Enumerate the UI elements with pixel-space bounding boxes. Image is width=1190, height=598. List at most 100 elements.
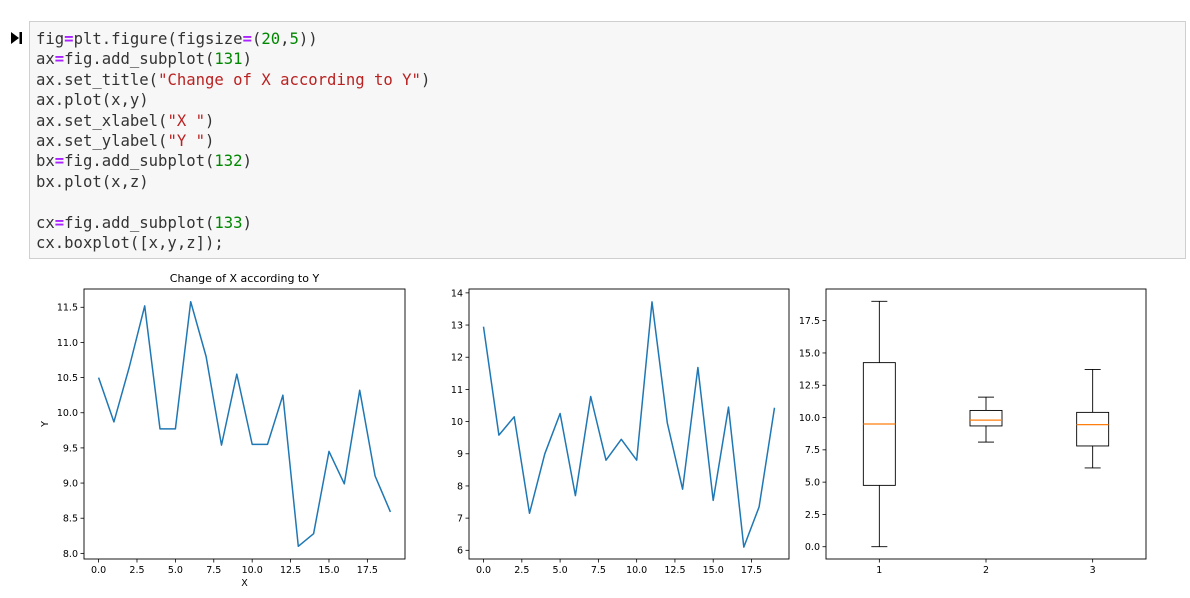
y-tick-label: 11.5 xyxy=(57,303,78,314)
y-tick-label: 2.5 xyxy=(805,510,820,521)
code-token: fig.add_subplot( xyxy=(64,152,215,171)
code-token: fig.add_subplot( xyxy=(64,213,215,232)
y-tick-label: 5.0 xyxy=(805,478,820,489)
x-tick-label: 5.0 xyxy=(168,565,183,576)
code-token: ) xyxy=(205,131,215,150)
code-token: ax.set_title( xyxy=(36,70,159,89)
code-editor[interactable]: fig=plt.figure(figsize=(20,5)) ax=fig.add… xyxy=(36,29,430,253)
code-token: ax xyxy=(36,50,55,69)
code-token: )) xyxy=(298,30,318,48)
code-token: 5 xyxy=(289,30,299,48)
code-line: cx.boxplot([x,y,z]); xyxy=(36,233,430,253)
x-tick-label: 1 xyxy=(876,565,882,576)
x-tick-label: 0.0 xyxy=(476,565,491,576)
code-line: bx=fig.add_subplot(132) xyxy=(36,151,430,171)
code-line: fig=plt.figure(figsize=(20,5)) xyxy=(36,29,430,49)
code-cell[interactable]: fig=plt.figure(figsize=(20,5)) ax=fig.add… xyxy=(29,21,1186,259)
y-tick-label: 11 xyxy=(451,385,463,396)
code-token: ) xyxy=(242,50,252,69)
subplot-3: 1 2 3 0.0 2.5 5.0 7.5 10.0 12.5 15.0 17.5 xyxy=(799,288,1147,576)
x-tick-label: 15.0 xyxy=(318,565,339,576)
x-tick-label: 12.5 xyxy=(280,565,301,576)
y-tick-label: 9 xyxy=(457,449,463,460)
code-token: fig.add_subplot( xyxy=(64,50,215,69)
code-token: bx xyxy=(36,152,55,171)
code-token: ) xyxy=(420,70,431,89)
code-line: ax.plot(x,y) xyxy=(36,90,430,110)
x-tick-label: 17.5 xyxy=(357,565,378,576)
code-token: cx xyxy=(36,213,55,232)
y-tick-label: 12 xyxy=(451,353,463,364)
y-tick-label: 9.5 xyxy=(63,443,78,454)
code-token: ax.set_ylabel( xyxy=(36,131,168,150)
x-tick-label: 17.5 xyxy=(741,565,762,576)
x-tick-label: 10.0 xyxy=(242,565,263,576)
code-token: = xyxy=(54,50,65,69)
y-tick-label: 6 xyxy=(457,546,463,557)
code-token: ) xyxy=(242,213,252,232)
x-tick-label: 7.5 xyxy=(206,565,221,576)
code-token: 131 xyxy=(214,50,243,69)
code-token: 20 xyxy=(261,30,281,48)
y-tick-label: 7 xyxy=(457,514,463,525)
y-tick-label: 10.0 xyxy=(57,408,78,419)
y-tick-label: 9.0 xyxy=(63,478,78,489)
x-axis-label: X xyxy=(241,578,248,589)
x-tick-label: 5.0 xyxy=(553,565,568,576)
y-tick-label: 10.5 xyxy=(57,373,78,384)
code-token: = xyxy=(64,30,74,48)
y-tick-label: 10.0 xyxy=(799,413,820,424)
y-tick-label: 14 xyxy=(451,288,463,299)
subplot-1: 0.0 2.5 5.0 7.5 10.0 12.5 15.0 17.5 8.0 8.5 9.0 9.5… xyxy=(40,272,406,589)
y-tick-label: 15.0 xyxy=(799,348,820,359)
subplot-2: 0.0 2.5 5.0 7.5 10.0 12.5 15.0 17.5 6 7 8 9 10 11 12 13… xyxy=(451,288,790,576)
x-tick-label: 0.0 xyxy=(91,565,106,576)
y-tick-label: 10 xyxy=(451,417,463,428)
code-line: cx=fig.add_subplot(133) xyxy=(36,213,430,233)
x-tick-label: 2.5 xyxy=(129,565,144,576)
x-tick-label: 2.5 xyxy=(514,565,529,576)
y-tick-label: 8.0 xyxy=(63,549,78,560)
code-token: "Change of X according to Y" xyxy=(158,70,421,89)
code-token: ) xyxy=(242,152,252,171)
y-tick-label: 0.0 xyxy=(805,542,820,553)
x-tick-label: 7.5 xyxy=(591,565,606,576)
code-token: bx.plot(x,z) xyxy=(36,172,149,191)
y-tick-label: 8 xyxy=(457,481,463,492)
code-token: "X " xyxy=(167,111,205,130)
code-token: plt.figure(figsize xyxy=(73,30,243,48)
y-tick-label: 17.5 xyxy=(799,316,820,327)
x-tick-label: 15.0 xyxy=(703,565,724,576)
code-token: 133 xyxy=(214,213,243,232)
step-forward-icon[interactable] xyxy=(9,31,23,45)
code-token: = xyxy=(54,152,65,171)
x-tick-label: 2 xyxy=(983,565,989,576)
x-tick-label: 10.0 xyxy=(626,565,647,576)
code-token: cx.boxplot([x,y,z]); xyxy=(36,233,224,252)
y-axis-label: Y xyxy=(40,421,51,428)
x-tick-label: 12.5 xyxy=(664,565,685,576)
y-tick-label: 12.5 xyxy=(799,381,820,392)
code-token: ax.set_xlabel( xyxy=(36,111,168,130)
y-tick-label: 11.0 xyxy=(57,338,78,349)
code-token: ( xyxy=(251,30,262,48)
x-tick-label: 3 xyxy=(1090,565,1096,576)
code-token: 132 xyxy=(214,152,243,171)
code-line: bx.plot(x,z) xyxy=(36,172,430,192)
code-line: ax.set_ylabel("Y ") xyxy=(36,131,430,151)
code-line: ax.set_xlabel("X ") xyxy=(36,111,430,131)
code-line: ax.set_title("Change of X according to Y… xyxy=(36,70,430,90)
y-tick-label: 13 xyxy=(451,320,463,331)
code-token: = xyxy=(54,213,65,232)
chart-title: Change of X according to Y xyxy=(170,272,320,285)
code-token: , xyxy=(280,30,290,48)
code-token: = xyxy=(242,30,252,48)
code-token: ) xyxy=(205,111,215,130)
code-token: ax.plot(x,y) xyxy=(36,91,149,110)
code-line: ax=fig.add_subplot(131) xyxy=(36,49,430,69)
code-token: fig xyxy=(36,30,65,48)
output-figure: 0.0 2.5 5.0 7.5 10.0 12.5 15.0 17.58.08.59.09.5… xyxy=(40,272,1147,589)
y-tick-label: 8.5 xyxy=(63,514,78,525)
code-token: "Y " xyxy=(167,131,205,150)
